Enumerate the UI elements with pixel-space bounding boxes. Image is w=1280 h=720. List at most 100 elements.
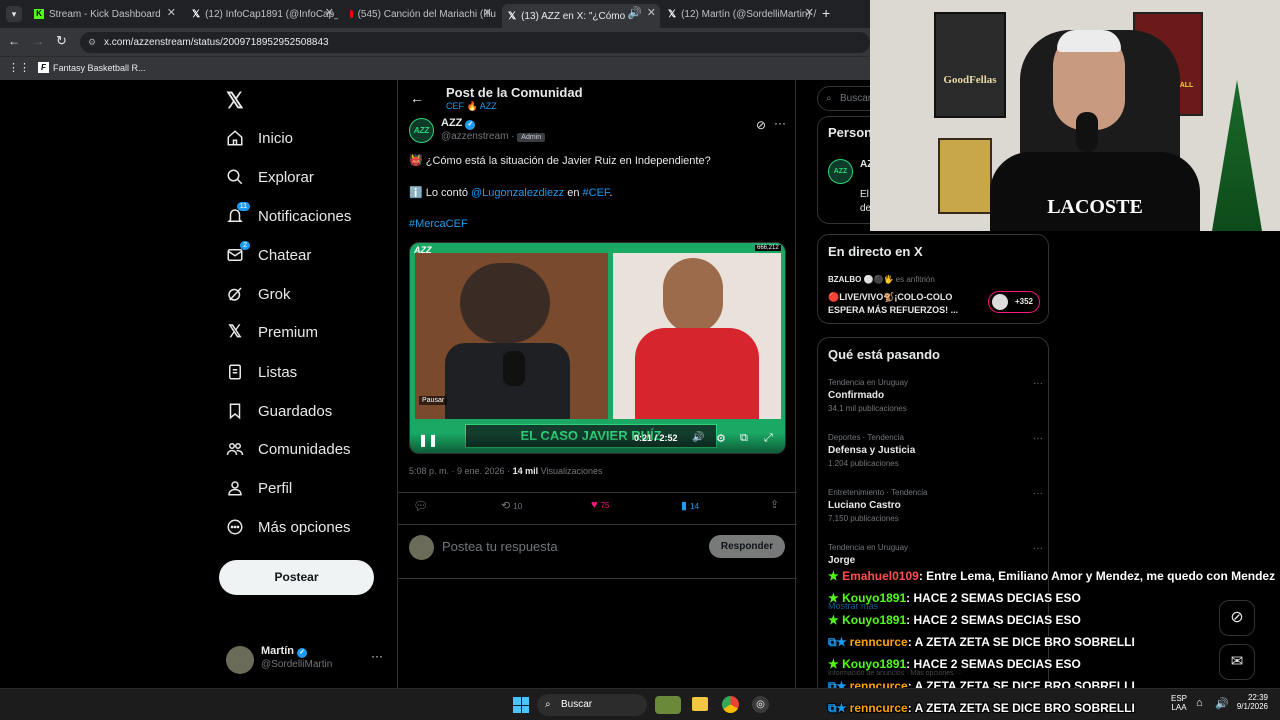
new-tab-button[interactable]: + (822, 5, 830, 21)
trend-more-icon[interactable]: ··· (1033, 378, 1043, 389)
grok-float-button[interactable]: ⊘ (1219, 600, 1255, 636)
reply-icon[interactable]: 💬︎ (413, 499, 428, 513)
star-icon: ★ (828, 569, 839, 583)
trend-more-icon[interactable]: ··· (1033, 488, 1043, 499)
avatar (226, 646, 254, 674)
audio-icon[interactable]: 🔊 (628, 6, 642, 19)
video-host-frame: Pausar (415, 253, 608, 419)
footer-links[interactable]: Información de anuncios · Más opciones ·… (828, 670, 963, 677)
mention-link[interactable]: @Lugonzalezdiezz (471, 187, 564, 199)
community-link[interactable]: CEF 🔥 AZZ (446, 101, 497, 112)
nav-communities[interactable]: Comunidades (226, 437, 351, 461)
trend-item[interactable]: Tendencia en Uruguay Jorge ··· (828, 543, 1043, 566)
youtube-icon (350, 10, 353, 18)
nav-premium[interactable]: 𝕏 Premium (226, 320, 318, 344)
hashtag-link[interactable]: #MercaCEF (409, 218, 468, 230)
tab-azz-active[interactable]: 𝕏 (13) AZZ en X: "¿Cómo e 🔊 ✕ (502, 4, 660, 28)
communities-icon (226, 440, 244, 458)
reply-input[interactable]: Postea tu respuesta (442, 539, 558, 554)
tab-martin[interactable]: 𝕏 (12) Martín (@SordelliMartin) / ✕ (662, 4, 818, 24)
nav-profile[interactable]: Perfil (226, 476, 292, 500)
bookmark-icon (226, 402, 244, 420)
chat-message: ★ Kouyo1891: HACE 2 SEMAS DECIAS ESO (828, 657, 1081, 671)
grok-icon[interactable]: ⊘ (756, 118, 766, 132)
fullscreen-icon[interactable]: ⤢ (764, 432, 773, 445)
list-icon (226, 363, 244, 381)
chrome-icon[interactable] (722, 696, 739, 713)
url-field[interactable]: ⚙ x.com/azzenstream/status/2009718952952… (80, 32, 870, 53)
file-explorer-icon[interactable] (692, 697, 708, 711)
close-tab-icon[interactable]: ✕ (805, 6, 814, 19)
video-player[interactable]: AZZ 666,212 Pausar EL CASO JAVIER RUÍZ ❚… (409, 242, 786, 454)
back-arrow-icon[interactable]: ← (410, 90, 424, 106)
account-switcher[interactable]: Martín ✓ @SordelliMartin ··· (226, 645, 386, 681)
tab-bar: ▾ K Stream - Kick Dashboard ✕ 𝕏 (12) Inf… (0, 0, 870, 28)
close-tab-icon[interactable]: ✕ (325, 6, 334, 19)
tab-infocap[interactable]: 𝕏 (12) InfoCap1891 (@InfoCap_1( ✕ (186, 4, 338, 24)
widget-icon[interactable] (655, 696, 681, 714)
reply-button[interactable]: Responder (709, 535, 785, 558)
nav-notifications[interactable]: 11 Notificaciones (226, 202, 351, 228)
close-tab-icon[interactable]: ✕ (167, 6, 176, 19)
nav-lists[interactable]: Listas (226, 360, 297, 384)
post-text-line1: 👹 ¿Cómo está la situación de Javier Ruiz… (409, 155, 711, 167)
post-text-line2: ℹ️ Lo contó @Lugonzalezdiezz en #CEF. (409, 187, 613, 199)
tab-list-button[interactable]: ▾ (6, 6, 22, 22)
close-tab-icon[interactable]: ✕ (483, 6, 492, 19)
account-more-icon[interactable]: ··· (371, 649, 383, 663)
nav-bookmarks[interactable]: Guardados (226, 399, 332, 423)
messages-float-button[interactable]: ✉ (1219, 644, 1255, 680)
language-indicator[interactable]: ESP LAA (1171, 694, 1187, 712)
x-icon: 𝕏 (668, 8, 677, 20)
back-icon[interactable]: ← (8, 34, 20, 48)
chat-message: ⧉★ renncurce: A ZETA ZETA SE DICE BRO SO… (828, 701, 1135, 715)
notification-badge: 11 (236, 202, 250, 211)
persons-avatar[interactable]: AZZ (828, 159, 853, 184)
pip-icon[interactable]: ⧉ (740, 432, 748, 445)
author-name[interactable]: AZZ (441, 117, 462, 129)
wifi-icon[interactable]: ⌂ (1196, 697, 1203, 709)
app-icon[interactable]: ◎ (752, 696, 769, 713)
trend-item[interactable]: Entretenimiento · Tendencia Luciano Cast… (828, 488, 1043, 523)
post-button[interactable]: Postear (219, 560, 374, 595)
post-more-icon[interactable]: ··· (774, 116, 786, 130)
windows-start-icon[interactable] (513, 697, 529, 713)
live-listeners: +352 (988, 291, 1040, 313)
fantasy-icon: F (38, 62, 49, 73)
settings-icon[interactable]: ⚙ (716, 432, 726, 445)
nav-grok[interactable]: Grok (226, 282, 291, 306)
nav-home[interactable]: Inicio (226, 126, 293, 150)
search-icon: ⌕ (826, 93, 832, 104)
nav-chat[interactable]: 2 Chatear (226, 241, 311, 267)
bookmark-button[interactable]: ▮ 14 (681, 499, 699, 512)
site-info-icon[interactable]: ⚙ (88, 32, 96, 53)
repost-button[interactable]: ⟲ 10 (501, 499, 522, 512)
author-avatar[interactable]: AZZ (409, 118, 434, 143)
reload-icon[interactable]: ↻ (56, 33, 67, 49)
author-handle[interactable]: @azzenstream (441, 131, 508, 142)
like-button[interactable]: ♥ 75 (591, 499, 610, 511)
tab-youtube[interactable]: (545) Canción del Mariachi (Illu ✕ (344, 4, 496, 24)
taskbar-search[interactable]: ⌕ Buscar (537, 694, 647, 716)
trend-more-icon[interactable]: ··· (1033, 543, 1043, 554)
apps-icon[interactable]: ⋮⋮ (8, 61, 30, 74)
live-card[interactable]: En directo en X BZALBO ⚪⚫🖐 es anfitrión … (817, 234, 1049, 324)
bookmark-fantasy[interactable]: Fantasy Basketball R... (53, 63, 146, 73)
x-logo-icon[interactable]: 𝕏 (226, 88, 244, 114)
close-tab-icon[interactable]: ✕ (647, 6, 656, 19)
trend-item[interactable]: Deportes · Tendencia Defensa y Justicia … (828, 433, 1043, 468)
pause-button[interactable]: ❚❚ (418, 433, 438, 447)
tab-kick[interactable]: K Stream - Kick Dashboard ✕ (28, 4, 180, 24)
nav-more[interactable]: Más opciones (226, 515, 351, 539)
page-title: Post de la Comunidad (446, 85, 583, 100)
hashtag-cef-link[interactable]: #CEF (583, 187, 610, 199)
volume-icon[interactable]: 🔊 (1215, 697, 1229, 710)
volume-icon[interactable]: 🔊 (692, 432, 704, 443)
clock[interactable]: 22:39 9/1/2026 (1228, 693, 1268, 711)
forward-icon[interactable]: → (32, 34, 44, 48)
chat-message: ★ Emahuel0109: Entre Lema, Emiliano Amor… (828, 569, 1276, 583)
nav-explore[interactable]: Explorar (226, 165, 314, 189)
trend-more-icon[interactable]: ··· (1033, 433, 1043, 444)
trend-item[interactable]: Tendencia en Uruguay Confirmado 34,1 mil… (828, 378, 1043, 413)
share-icon[interactable]: ⇪ (770, 498, 779, 511)
